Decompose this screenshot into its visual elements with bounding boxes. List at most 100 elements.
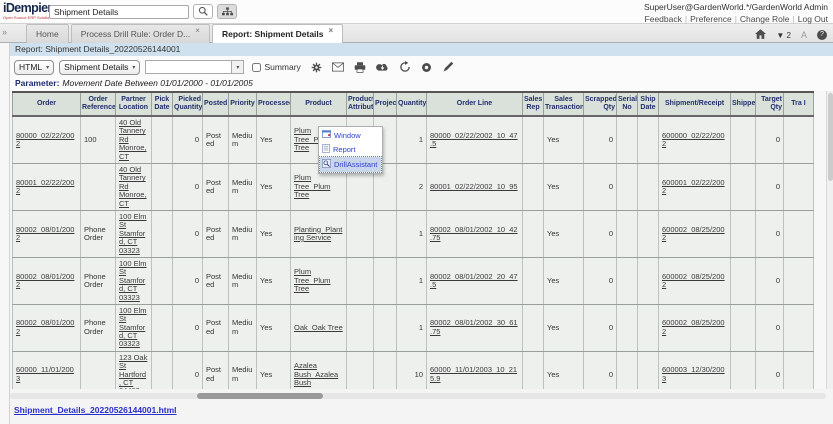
column-header[interactable]: Posted xyxy=(203,92,229,116)
menu-item-drillassistant[interactable]: DrillAssistant xyxy=(320,157,381,172)
preference-link[interactable]: Preference xyxy=(690,14,732,24)
column-header[interactable]: Partner Location xyxy=(116,92,152,116)
table-header-row: OrderOrder ReferencePartner LocationPick… xyxy=(13,92,814,116)
close-tab-icon[interactable]: × xyxy=(195,25,200,37)
home-icon[interactable] xyxy=(755,26,766,44)
drill-link[interactable]: 80002_08/01/2002_30_61.75 xyxy=(430,318,518,335)
tab-home[interactable]: Home xyxy=(26,24,69,43)
menu-item-window[interactable]: Window xyxy=(320,128,381,142)
drill-link[interactable]: Plum Tree_Plum Tree xyxy=(294,173,330,199)
column-header[interactable]: Order xyxy=(13,92,81,116)
menu-item-report[interactable]: Report xyxy=(320,142,381,157)
collapsed-west-panel xyxy=(0,43,10,424)
drill-link[interactable]: Planting_Planting Service xyxy=(294,225,342,242)
drill-link[interactable]: 80002_08/01/2002 xyxy=(16,318,74,335)
drill-link[interactable]: 80002_08/01/2002 xyxy=(16,225,74,242)
table-cell: 80002_08/01/2002 xyxy=(13,304,81,351)
report-title-bar: Report: Shipment Details_20220526144001 xyxy=(10,43,833,56)
column-header[interactable]: Product xyxy=(291,92,347,116)
column-header[interactable]: Sales Transaction xyxy=(544,92,584,116)
drill-link[interactable]: 80001_02/22/2002_10_95 xyxy=(430,182,518,191)
drill-link[interactable]: 600000_02/22/2002 xyxy=(662,131,725,148)
close-tab-icon[interactable]: × xyxy=(329,25,334,37)
column-header[interactable]: Serial No xyxy=(617,92,638,116)
drill-link[interactable]: Oak_Oak Tree xyxy=(294,323,343,332)
column-header[interactable]: Order Reference xyxy=(81,92,116,116)
drill-link[interactable]: 600001_02/22/2002 xyxy=(662,178,725,195)
drill-link[interactable]: 600002_08/25/2002 xyxy=(662,272,725,289)
column-header[interactable]: Shipment/Receipt xyxy=(659,92,731,116)
drill-link[interactable]: 100 Elm St Stamford, CT 03323 xyxy=(119,306,147,349)
horizontal-scrollbar[interactable] xyxy=(10,393,826,399)
column-header[interactable]: Target Qty xyxy=(756,92,784,116)
table-cell: 600002_08/25/2002 xyxy=(659,211,731,258)
column-header[interactable]: Sales Rep xyxy=(523,92,544,116)
open-windows-dropdown[interactable]: ▼ 2 xyxy=(776,31,791,40)
drill-link[interactable]: 80000_02/22/2002_10_47.5 xyxy=(430,131,518,148)
drill-link[interactable]: 60000_11/01/2003_10_215.9 xyxy=(430,365,517,382)
table-cell: 0 xyxy=(756,211,784,258)
report-file-link[interactable]: Shipment_Details_20220526144001.html xyxy=(14,405,177,415)
column-header[interactable]: Order Line xyxy=(427,92,523,116)
column-header[interactable]: Product Attribute xyxy=(347,92,374,116)
column-header[interactable]: Scrapped Qty xyxy=(584,92,617,116)
report-find-combo[interactable] xyxy=(145,60,231,74)
drill-link[interactable]: Azalea Bush_Azalea Bush xyxy=(294,361,338,387)
vertical-scrollbar[interactable] xyxy=(826,91,833,389)
drill-link[interactable]: 80000_02/22/2002 xyxy=(16,131,74,148)
refresh-icon[interactable] xyxy=(399,61,411,73)
send-mail-icon[interactable] xyxy=(332,62,344,72)
search-button[interactable] xyxy=(193,4,213,19)
change-role-link[interactable]: Change Role xyxy=(740,14,790,24)
tab-report-shipment-details[interactable]: Report: Shipment Details× xyxy=(212,24,343,43)
combo-dropdown-button[interactable]: ▾ xyxy=(231,60,244,74)
column-header[interactable]: Priority xyxy=(229,92,257,116)
font-size-button[interactable]: A xyxy=(801,30,807,40)
drill-link[interactable]: 80002_08/01/2002_10_42.75 xyxy=(430,225,518,242)
report-view-select[interactable]: Shipment Details▾ xyxy=(59,60,140,75)
drill-link[interactable]: 600003_12/30/2003 xyxy=(662,365,725,382)
table-cell: 0 xyxy=(756,257,784,304)
app-logo-tagline: Open Source ERP Solution xyxy=(3,16,49,20)
drill-link[interactable]: 123 Oak St Hartford, CT 04460 xyxy=(119,353,147,389)
drill-link[interactable]: 40 Old Tannery Rd Monroe, CT xyxy=(119,165,147,208)
column-header[interactable]: Project xyxy=(374,92,397,116)
vertical-scrollbar-thumb[interactable] xyxy=(828,93,833,181)
drill-link[interactable]: 600002_08/25/2002 xyxy=(662,225,725,242)
horizontal-scrollbar-thumb[interactable] xyxy=(197,393,323,399)
column-header[interactable]: Tra I xyxy=(784,92,814,116)
drill-link[interactable]: Plum Tree_Plum Tree xyxy=(294,267,330,293)
table-cell: Yes xyxy=(257,257,291,304)
table-cell: 60000_11/01/2003 xyxy=(13,351,81,389)
gear-icon[interactable] xyxy=(311,62,322,73)
column-header[interactable]: Processed xyxy=(257,92,291,116)
drill-link[interactable]: 100 Elm St Stamford, CT 03323 xyxy=(119,212,147,255)
column-header[interactable]: Ship Date xyxy=(638,92,659,116)
column-header[interactable]: Picked Quantity xyxy=(173,92,203,116)
column-header[interactable]: Shipper xyxy=(731,92,756,116)
tab-process-drill-rule[interactable]: Process Drill Rule: Order D...× xyxy=(71,24,210,43)
column-header[interactable]: Pick Date xyxy=(152,92,173,116)
column-header[interactable]: Quantity xyxy=(397,92,427,116)
help-icon[interactable]: ? xyxy=(817,30,827,40)
drill-link[interactable]: 600002_08/25/2002 xyxy=(662,318,725,335)
archive-icon[interactable] xyxy=(421,62,432,73)
logout-link[interactable]: Log Out xyxy=(798,14,828,24)
table-cell: 100 Elm St Stamford, CT 03323 xyxy=(116,304,152,351)
table-cell: 600001_02/22/2002 xyxy=(659,164,731,211)
drill-link[interactable]: 100 Elm St Stamford, CT 03323 xyxy=(119,259,147,302)
drill-link[interactable]: 80001_02/22/2002 xyxy=(16,178,74,195)
print-icon[interactable] xyxy=(354,62,366,73)
edit-pencil-icon[interactable] xyxy=(442,61,454,73)
export-cloud-download-icon[interactable] xyxy=(376,62,389,72)
drill-link[interactable]: 60000_11/01/2003 xyxy=(16,365,74,382)
drill-link[interactable]: 40 Old Tannery Rd Monroe, CT xyxy=(119,118,147,161)
drill-link[interactable]: 80002_08/01/2002_20_47.5 xyxy=(430,272,518,289)
format-select[interactable]: HTML▾ xyxy=(14,60,54,75)
drill-link[interactable]: 80002_08/01/2002 xyxy=(16,272,74,289)
feedback-link[interactable]: Feedback xyxy=(645,14,682,24)
menu-tree-button[interactable] xyxy=(217,4,237,19)
summary-checkbox[interactable] xyxy=(252,63,261,72)
global-search-input[interactable] xyxy=(49,5,189,19)
expand-sidebar-button[interactable]: » xyxy=(2,27,7,37)
